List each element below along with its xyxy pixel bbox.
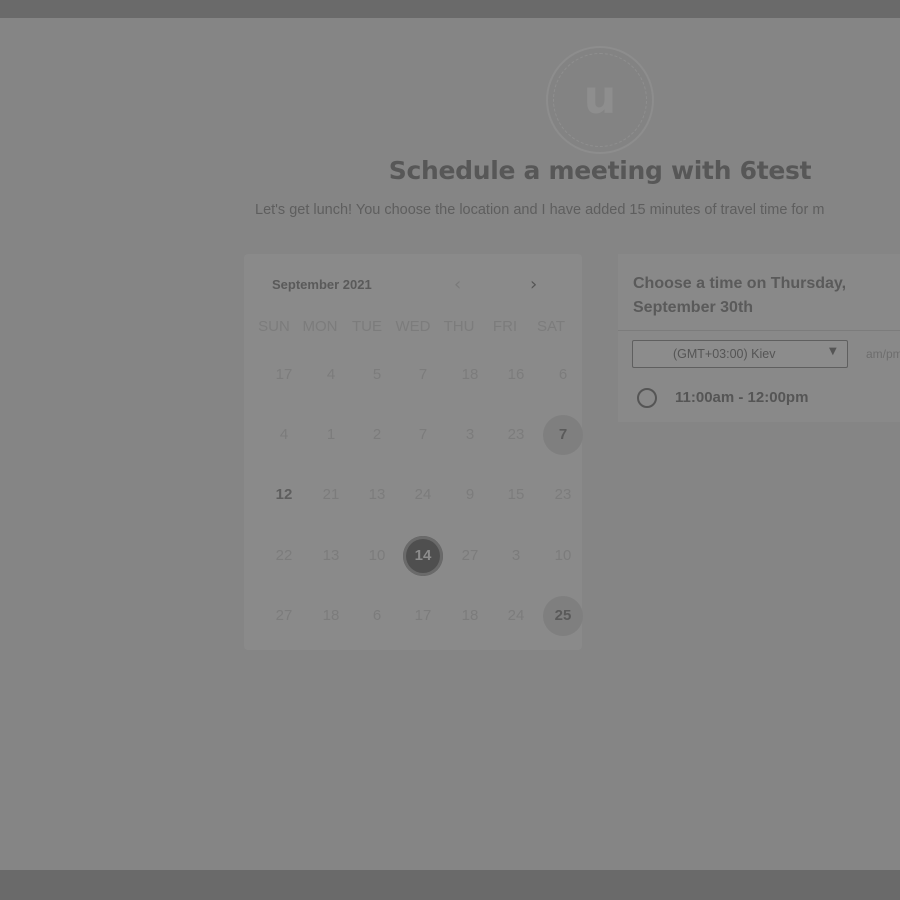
calendar-day: 2 xyxy=(372,426,382,443)
calendar-day: 23 xyxy=(507,426,525,443)
weekday-header: WED xyxy=(395,318,431,335)
chevron-right-icon[interactable]: › xyxy=(530,276,537,294)
time-slot-label[interactable]: 11:00am - 12:00pm xyxy=(675,389,808,406)
calendar-day: 18 xyxy=(461,366,479,383)
calendar-day: 18 xyxy=(322,607,340,624)
calendar-day: 1 xyxy=(326,426,336,443)
caret-down-icon: ▼ xyxy=(829,346,837,357)
calendar-day: 17 xyxy=(275,366,293,383)
timezone-value: (GMT+03:00) Kiev xyxy=(673,347,776,361)
calendar-day: 18 xyxy=(461,607,479,624)
calendar-day-selected[interactable]: 14 xyxy=(403,536,443,576)
top-bar xyxy=(0,0,900,18)
calendar-day: 24 xyxy=(414,486,432,503)
bottom-bar xyxy=(0,870,900,900)
calendar-day: 23 xyxy=(554,486,572,503)
calendar-day: 17 xyxy=(414,607,432,624)
page-subtitle: Let's get lunch! You choose the location… xyxy=(255,202,825,218)
calendar-day-available[interactable]: 12 xyxy=(264,475,304,515)
calendar-day-available[interactable]: 25 xyxy=(543,596,583,636)
time-panel-heading: Choose a time on Thursday, September 30t… xyxy=(633,275,847,316)
scheduling-page: u Schedule a meeting with 6test Let's ge… xyxy=(0,18,900,870)
weekday-header: SUN xyxy=(258,318,290,335)
calendar-day: 13 xyxy=(368,486,386,503)
calendar-day: 9 xyxy=(465,486,475,503)
calendar-day: 22 xyxy=(275,547,293,564)
time-slot-panel: Choose a time on Thursday, September 30t… xyxy=(618,254,900,422)
calendar-day: 27 xyxy=(275,607,293,624)
page-title: Schedule a meeting with 6test xyxy=(388,156,812,185)
calendar-day: 24 xyxy=(507,607,525,624)
weekday-header: SAT xyxy=(536,318,566,335)
calendar-day: 3 xyxy=(465,426,475,443)
panel-divider xyxy=(618,330,900,331)
calendar-day: 16 xyxy=(507,366,525,383)
logo-ring: u xyxy=(553,53,647,147)
calendar-day: 4 xyxy=(326,366,336,383)
calendar-day: 6 xyxy=(558,366,568,383)
calendar-day: 13 xyxy=(322,547,340,564)
calendar-day: 5 xyxy=(372,366,382,383)
calendar-day: 10 xyxy=(368,547,386,564)
date-picker-calendar: September 2021 ‹ › SUN MON TUE WED THU F… xyxy=(244,254,583,650)
weekday-header: TUE xyxy=(352,318,382,335)
chevron-left-icon[interactable]: ‹ xyxy=(454,276,461,294)
weekday-header: THU xyxy=(443,318,475,335)
timezone-select[interactable]: (GMT+03:00) Kiev ▼ xyxy=(632,340,848,368)
calendar-day: 27 xyxy=(461,547,479,564)
calendar-day: 4 xyxy=(279,426,289,443)
logo-letter: u xyxy=(583,70,617,124)
weekday-header: MON xyxy=(302,318,338,335)
time-format-toggle[interactable]: am/pm xyxy=(866,347,900,361)
profile-logo: u xyxy=(546,46,654,154)
calendar-day-available[interactable]: 7 xyxy=(543,415,583,455)
calendar-day: 7 xyxy=(418,366,428,383)
calendar-day: 10 xyxy=(554,547,572,564)
weekday-header: FRI xyxy=(492,318,518,335)
calendar-day: 6 xyxy=(372,607,382,624)
calendar-day: 7 xyxy=(418,426,428,443)
calendar-month-label: September 2021 xyxy=(272,277,372,292)
calendar-day: 3 xyxy=(511,547,521,564)
calendar-day: 21 xyxy=(322,486,340,503)
time-slot-radio[interactable] xyxy=(637,388,657,408)
calendar-day: 15 xyxy=(507,486,525,503)
